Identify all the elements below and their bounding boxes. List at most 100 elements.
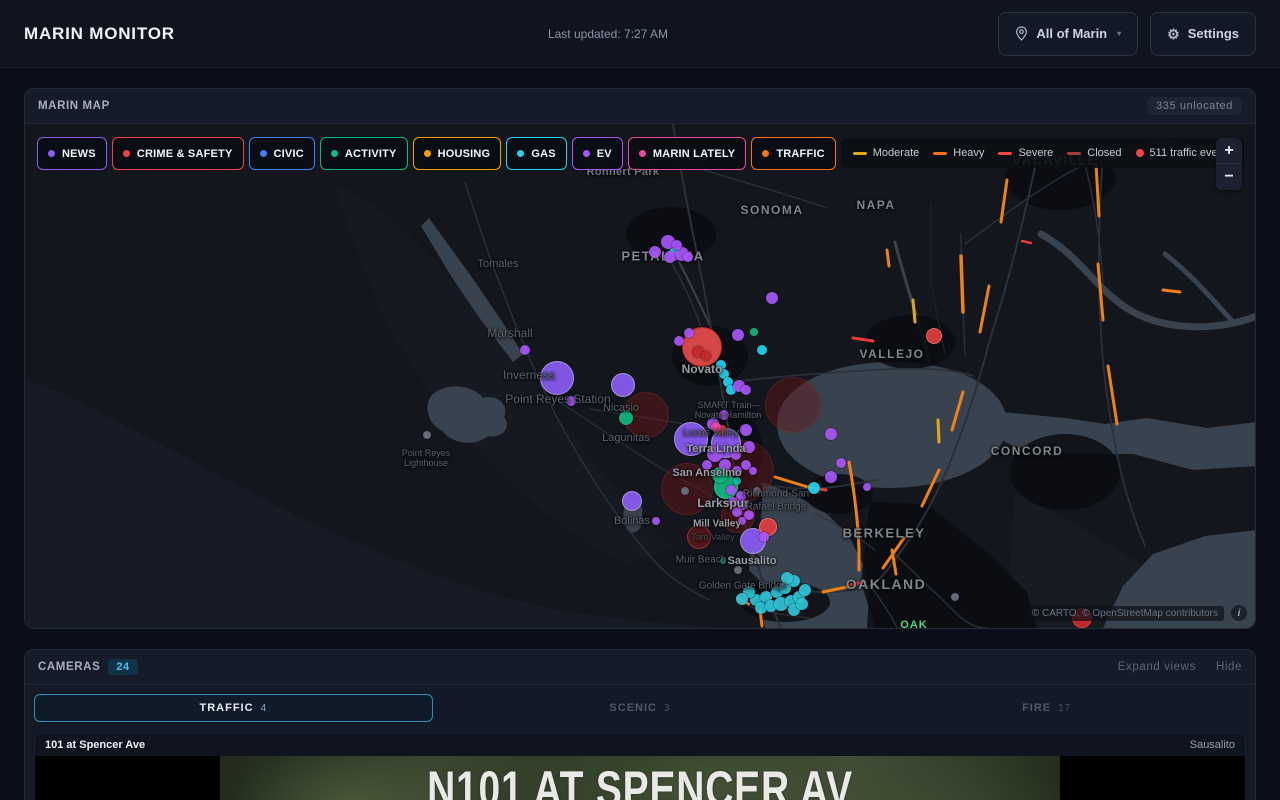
legend-line-icon — [1067, 152, 1081, 155]
map-marker[interactable] — [863, 483, 871, 491]
cameras-panel: CAMERAS 24 Expand views Hide TRAFFIC4SCE… — [24, 649, 1256, 800]
map-marker[interactable] — [765, 377, 821, 433]
map-label: Bolinas — [614, 515, 650, 527]
camera-card: 101 at Spencer Ave Sausalito N101 AT SPE… — [34, 733, 1246, 800]
region-selector-label: All of Marin — [1036, 26, 1107, 41]
filter-dot-icon — [517, 150, 524, 157]
legend-item: Severe — [998, 147, 1053, 159]
map-marker[interactable] — [757, 345, 767, 355]
cameras-count-badge: 24 — [108, 659, 137, 675]
map-marker[interactable] — [701, 351, 711, 361]
filter-chip-activity[interactable]: ACTIVITY — [320, 137, 408, 170]
map-marker[interactable] — [825, 428, 837, 440]
filter-chip-marin-lately[interactable]: MARIN LATELY — [628, 137, 746, 170]
map-marker[interactable] — [926, 328, 942, 344]
map-label: Terra Linda — [686, 443, 745, 455]
map-label: Lagunitas — [602, 432, 650, 444]
map-label: SONOMA — [741, 203, 804, 217]
legend-item: Closed — [1067, 147, 1121, 159]
filter-chip-label: NEWS — [62, 148, 96, 160]
filter-dot-icon — [583, 150, 590, 157]
zoom-in-button[interactable]: + — [1216, 138, 1242, 164]
map-marker[interactable] — [622, 491, 642, 511]
map-marker[interactable] — [766, 292, 778, 304]
map-marker[interactable] — [672, 240, 682, 250]
region-selector-button[interactable]: All of Marin ▾ — [998, 12, 1138, 56]
map-panel: MARIN MAP 335 unlocated Rohnert ParkSONO… — [24, 88, 1256, 629]
camera-tab-scenic[interactable]: SCENIC3 — [441, 694, 840, 722]
filter-dot-icon — [639, 150, 646, 157]
map-label: NAPA — [856, 198, 895, 212]
map-marker[interactable] — [423, 431, 431, 439]
camera-tab-count: 17 — [1058, 703, 1071, 714]
location-pin-icon — [1015, 26, 1028, 41]
camera-photo: N101 AT SPENCER AV — [220, 756, 1060, 800]
camera-tab-fire[interactable]: FIRE17 — [847, 694, 1246, 722]
map-label: Nicasio — [603, 402, 639, 414]
map-marker[interactable] — [683, 252, 693, 262]
map-marker[interactable] — [749, 467, 757, 475]
camera-tab-count: 4 — [261, 703, 268, 714]
map-label: Point Reyes Station — [505, 392, 610, 406]
filter-chip-crime-safety[interactable]: CRIME & SAFETY — [112, 137, 244, 170]
filter-dot-icon — [424, 150, 431, 157]
expand-views-link[interactable]: Expand views — [1118, 661, 1196, 673]
filter-chip-ev[interactable]: EV — [572, 137, 623, 170]
map-label: Larkspur — [697, 496, 748, 510]
map-marker[interactable] — [681, 487, 689, 495]
camera-feed[interactable]: N101 AT SPENCER AV — [35, 756, 1245, 800]
filter-chip-civic[interactable]: CIVIC — [249, 137, 315, 170]
map-marker[interactable] — [796, 598, 808, 610]
filter-chip-housing[interactable]: HOUSING — [413, 137, 502, 170]
hide-link[interactable]: Hide — [1216, 661, 1242, 673]
map-canvas[interactable]: Rohnert ParkSONOMANAPAVACAVILLEPETALUMAV… — [25, 124, 1255, 628]
map-marker[interactable] — [611, 373, 635, 397]
map-marker[interactable] — [808, 482, 820, 494]
map-marker[interactable] — [652, 517, 660, 525]
map-label: Sausalito — [728, 555, 777, 567]
camera-tab-label: SCENIC — [609, 702, 657, 714]
map-marker[interactable] — [520, 345, 530, 355]
map-label: Rafael Bridge — [746, 502, 807, 513]
filter-chip-label: HOUSING — [438, 148, 491, 160]
map-basemap — [25, 124, 1255, 628]
map-marker[interactable] — [726, 485, 736, 495]
settings-button[interactable]: ⚙ Settings — [1150, 12, 1256, 56]
map-marker[interactable] — [836, 458, 846, 468]
filter-chip-traffic[interactable]: TRAFFIC — [751, 137, 835, 170]
map-marker[interactable] — [732, 329, 744, 341]
map-label: Muir Beach — [676, 555, 727, 566]
legend-line-icon — [998, 152, 1012, 155]
filter-chip-label: GAS — [531, 148, 555, 160]
map-marker[interactable] — [740, 424, 752, 436]
map-label: San Anselmo — [672, 467, 741, 479]
map-label: OAK — [900, 619, 927, 628]
map-marker[interactable] — [750, 328, 758, 336]
legend-line-icon — [933, 152, 947, 155]
map-label: BERKELEY — [843, 526, 926, 541]
camera-tab-traffic[interactable]: TRAFFIC4 — [34, 694, 433, 722]
map-marker[interactable] — [736, 593, 748, 605]
map-marker[interactable] — [799, 584, 811, 596]
map-label: VALLEJO — [860, 347, 925, 361]
filter-chip-label: ACTIVITY — [345, 148, 397, 160]
unlocated-badge: 335 unlocated — [1147, 97, 1242, 115]
filter-chip-label: CIVIC — [274, 148, 304, 160]
map-marker[interactable] — [649, 246, 661, 258]
filter-dot-icon — [331, 150, 338, 157]
filter-chip-gas[interactable]: GAS — [506, 137, 566, 170]
map-marker[interactable] — [684, 328, 694, 338]
map-marker[interactable] — [734, 566, 742, 574]
filter-chip-news[interactable]: NEWS — [37, 137, 107, 170]
app-header: MARIN MONITOR Last updated: 7:27 AM All … — [0, 0, 1280, 68]
map-marker[interactable] — [951, 593, 959, 601]
map-marker[interactable] — [759, 532, 769, 542]
map-marker[interactable] — [825, 471, 837, 483]
info-icon[interactable]: i — [1231, 605, 1247, 621]
map-label: Point Reyes — [402, 448, 451, 458]
map-marker[interactable] — [741, 385, 751, 395]
app-title: MARIN MONITOR — [24, 24, 175, 44]
zoom-out-button[interactable]: − — [1216, 164, 1242, 190]
map-marker[interactable] — [674, 336, 684, 346]
filter-dot-icon — [48, 150, 55, 157]
